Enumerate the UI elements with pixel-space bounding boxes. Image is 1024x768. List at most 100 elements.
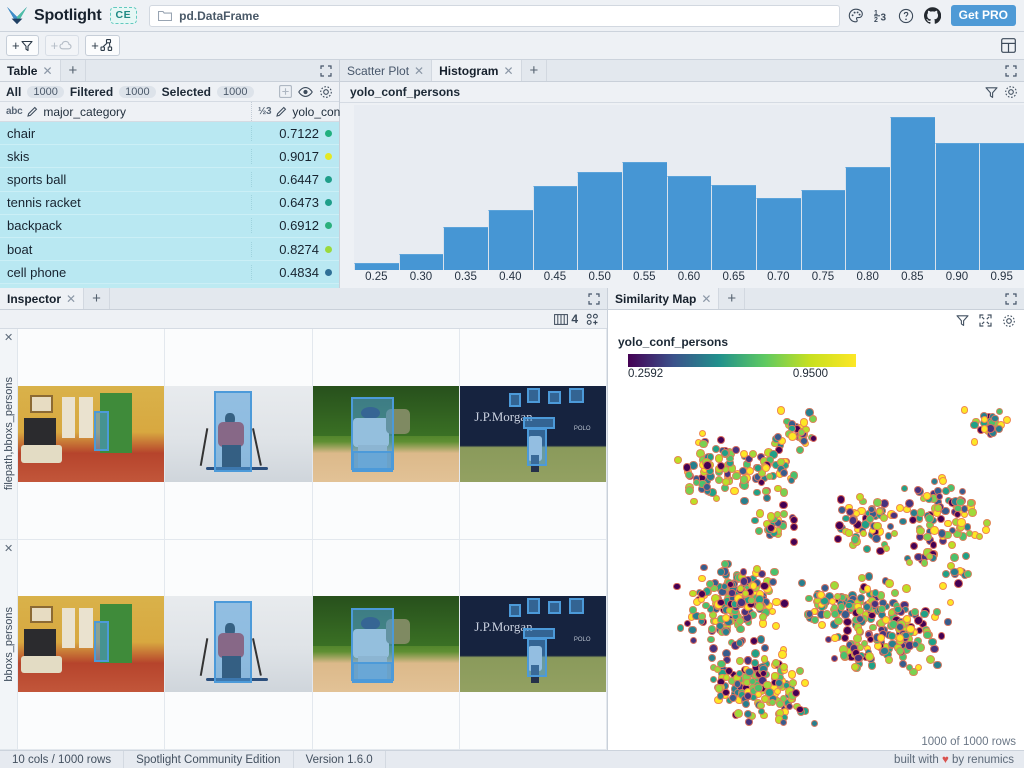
scatter-point[interactable] xyxy=(901,485,908,492)
scatter-point[interactable] xyxy=(831,634,838,641)
table-row[interactable]: sports ball0.6447 xyxy=(0,168,339,191)
scatter-point[interactable] xyxy=(938,632,946,640)
histogram-bar[interactable] xyxy=(979,143,1024,270)
gear-icon[interactable] xyxy=(319,85,333,99)
scatter-point[interactable] xyxy=(810,435,817,442)
scatter-point[interactable] xyxy=(801,679,809,687)
scatter-point[interactable] xyxy=(818,621,826,629)
get-pro-button[interactable]: Get PRO xyxy=(951,5,1016,26)
scatter-point[interactable] xyxy=(736,639,743,646)
scatter-point[interactable] xyxy=(769,578,777,586)
table-row[interactable]: cell phone0.4834 xyxy=(0,261,339,284)
scatter-point[interactable] xyxy=(796,706,804,714)
scatter-point[interactable] xyxy=(717,462,725,470)
close-icon[interactable]: ✕ xyxy=(4,542,13,555)
scatter-point[interactable] xyxy=(734,709,743,718)
scatter-point[interactable] xyxy=(899,518,907,526)
scatter-point[interactable] xyxy=(911,608,919,616)
scatter-point[interactable] xyxy=(790,538,798,546)
scatter-point[interactable] xyxy=(939,582,948,591)
inspector-body[interactable]: ✕ filepath,bboxs_persons ✕ bboxs_persons… xyxy=(0,329,607,750)
add-group-button[interactable]: + xyxy=(45,35,80,56)
scatter-point[interactable] xyxy=(688,626,696,634)
expand-icon[interactable] xyxy=(581,288,607,309)
living-room-thumb[interactable] xyxy=(18,386,164,482)
scatter-point[interactable] xyxy=(706,580,714,588)
scatter-point[interactable] xyxy=(758,479,765,486)
eye-icon[interactable] xyxy=(298,86,313,98)
scatter-point[interactable] xyxy=(837,495,845,503)
scatter-point[interactable] xyxy=(742,700,750,708)
scatter-point[interactable] xyxy=(728,589,736,597)
close-icon[interactable]: ✕ xyxy=(503,64,513,78)
scatter-point[interactable] xyxy=(707,636,714,643)
scatter-point[interactable] xyxy=(788,432,797,441)
gear-icon[interactable] xyxy=(1002,314,1016,328)
scatter-point[interactable] xyxy=(995,425,1004,434)
scatter-point[interactable] xyxy=(698,613,705,620)
close-icon[interactable]: ✕ xyxy=(42,64,52,78)
scatter-point[interactable] xyxy=(869,624,877,632)
scatter-point[interactable] xyxy=(789,679,797,687)
scatter-point[interactable] xyxy=(780,599,789,608)
scatter-point[interactable] xyxy=(775,679,783,687)
scatter-point[interactable] xyxy=(722,478,730,486)
scatter-point[interactable] xyxy=(982,526,990,534)
scatter-point[interactable] xyxy=(857,594,865,602)
histogram-bar[interactable] xyxy=(711,185,756,270)
scatter-point[interactable] xyxy=(921,559,929,567)
columns-icon[interactable]: 4 xyxy=(554,312,578,326)
github-icon[interactable] xyxy=(924,7,941,24)
inspector-thumbnail-grid[interactable]: J.P.MorganPOLOJ.P.MorganPOLO xyxy=(18,329,607,750)
scatter-point[interactable] xyxy=(838,603,845,610)
scatter-point[interactable] xyxy=(732,446,740,454)
tab-scatter-plot[interactable]: Scatter Plot ✕ xyxy=(340,60,432,81)
histogram-bar[interactable] xyxy=(399,254,444,270)
scatter-point[interactable] xyxy=(717,568,724,575)
scatter-point[interactable] xyxy=(702,602,710,610)
scatter-point[interactable] xyxy=(770,568,779,577)
scatter-point[interactable] xyxy=(674,456,682,464)
histogram-bar[interactable] xyxy=(756,198,801,270)
scatter-point[interactable] xyxy=(722,628,730,636)
help-circle-icon[interactable] xyxy=(898,8,914,24)
scatter-point[interactable] xyxy=(864,585,871,592)
scatter-point[interactable] xyxy=(709,644,718,653)
fraction-icon[interactable]: 123 xyxy=(874,8,888,23)
add-histogram-tab-button[interactable]: + xyxy=(522,60,548,81)
scatter-point[interactable] xyxy=(830,581,839,590)
scatter-point[interactable] xyxy=(761,644,769,652)
scatter-point[interactable] xyxy=(831,655,838,662)
scatter-point[interactable] xyxy=(755,527,763,535)
scatter-point[interactable] xyxy=(690,498,697,505)
scatter-point[interactable] xyxy=(685,486,694,495)
skier-thumb[interactable] xyxy=(165,596,311,692)
scatter-point[interactable] xyxy=(805,595,813,603)
scatter-point[interactable] xyxy=(748,597,755,604)
scatter-point[interactable] xyxy=(991,415,998,422)
scatter-point[interactable] xyxy=(860,530,867,537)
scatter-point[interactable] xyxy=(868,612,875,619)
scatter-point[interactable] xyxy=(751,517,758,524)
scatter-point[interactable] xyxy=(968,508,977,517)
scatter-point[interactable] xyxy=(727,581,734,588)
scatter-point[interactable] xyxy=(959,488,966,495)
scatter-point[interactable] xyxy=(760,582,768,590)
scatter-point[interactable] xyxy=(734,680,741,687)
scatter-point[interactable] xyxy=(944,618,951,625)
scatter-point[interactable] xyxy=(792,689,800,697)
inspector-cell[interactable]: J.P.MorganPOLO xyxy=(460,540,607,750)
histogram-plot-area[interactable] xyxy=(354,105,1024,270)
histogram-bar[interactable] xyxy=(667,176,712,270)
table-row[interactable]: skis0.9017 xyxy=(0,145,339,168)
scatter-point[interactable] xyxy=(777,406,785,414)
histogram-bar[interactable] xyxy=(801,190,846,270)
scatter-point[interactable] xyxy=(914,616,923,625)
inspector-cell[interactable] xyxy=(18,329,165,539)
scatter-point[interactable] xyxy=(736,657,743,664)
scatter-point[interactable] xyxy=(778,650,786,658)
datasource-field[interactable]: pd.DataFrame xyxy=(149,5,840,27)
add-table-tab-button[interactable]: + xyxy=(61,60,87,81)
scatter-point[interactable] xyxy=(786,703,794,711)
scatter-point[interactable] xyxy=(740,568,747,575)
